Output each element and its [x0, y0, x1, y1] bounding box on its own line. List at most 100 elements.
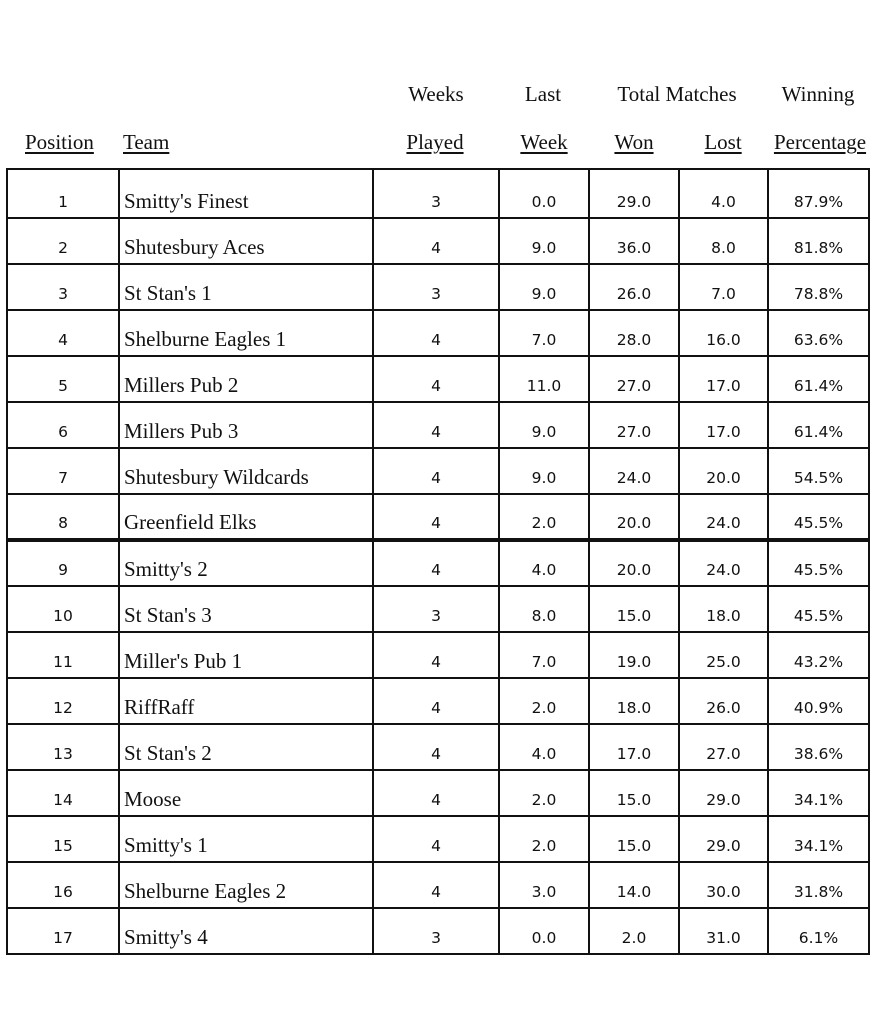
position-cell: 4	[6, 309, 120, 357]
table-row: 4 Shelburne Eagles 1 4 7.0 28.0 16.0 63.…	[6, 309, 870, 357]
lost-cell: 26.0	[678, 677, 769, 725]
winning-percentage-cell: 45.5%	[767, 493, 870, 542]
weeks-played-cell: 4	[372, 677, 500, 725]
winning-percentage-cell: 31.8%	[767, 861, 870, 909]
header-winning-top: Winning	[781, 82, 855, 106]
header-lost: Lost	[704, 130, 742, 154]
header-weeks-played-top: Weeks	[408, 82, 464, 106]
table-row: 9 Smitty's 2 4 4.0 20.0 24.0 45.5%	[6, 539, 870, 587]
header-total-matches: Total Matches	[617, 82, 737, 106]
lost-cell: 17.0	[678, 355, 769, 403]
lost-cell: 17.0	[678, 401, 769, 449]
last-week-cell: 2.0	[498, 769, 590, 817]
team-cell: St Stan's 1	[118, 263, 374, 311]
table-row: 17 Smitty's 4 3 0.0 2.0 31.0 6.1%	[6, 907, 870, 955]
last-week-cell: 9.0	[498, 217, 590, 265]
table-row: 6 Millers Pub 3 4 9.0 27.0 17.0 61.4%	[6, 401, 870, 449]
winning-percentage-cell: 45.5%	[767, 539, 870, 587]
team-cell: Greenfield Elks	[118, 493, 374, 542]
team-cell: Millers Pub 2	[118, 355, 374, 403]
position-cell: 3	[6, 263, 120, 311]
last-week-cell: 7.0	[498, 309, 590, 357]
lost-cell: 25.0	[678, 631, 769, 679]
weeks-played-cell: 4	[372, 631, 500, 679]
position-cell: 14	[6, 769, 120, 817]
lost-cell: 8.0	[678, 217, 769, 265]
lost-cell: 16.0	[678, 309, 769, 357]
weeks-played-cell: 4	[372, 401, 500, 449]
won-cell: 29.0	[588, 168, 680, 219]
lost-cell: 24.0	[678, 493, 769, 542]
won-cell: 20.0	[588, 539, 680, 587]
lost-cell: 31.0	[678, 907, 769, 955]
won-cell: 27.0	[588, 355, 680, 403]
won-cell: 26.0	[588, 263, 680, 311]
table-row: 14 Moose 4 2.0 15.0 29.0 34.1%	[6, 769, 870, 817]
position-cell: 8	[6, 493, 120, 542]
position-cell: 2	[6, 217, 120, 265]
won-cell: 24.0	[588, 447, 680, 495]
last-week-cell: 4.0	[498, 723, 590, 771]
weeks-played-cell: 4	[372, 447, 500, 495]
table-row: 13 St Stan's 2 4 4.0 17.0 27.0 38.6%	[6, 723, 870, 771]
standings-table: 1 Smitty's Finest 3 0.0 29.0 4.0 87.9% 2…	[6, 168, 870, 955]
weeks-played-cell: 3	[372, 168, 500, 219]
table-row: 2 Shutesbury Aces 4 9.0 36.0 8.0 81.8%	[6, 217, 870, 265]
weeks-played-cell: 4	[372, 217, 500, 265]
lost-cell: 24.0	[678, 539, 769, 587]
won-cell: 36.0	[588, 217, 680, 265]
position-cell: 16	[6, 861, 120, 909]
position-cell: 9	[6, 539, 120, 587]
won-cell: 28.0	[588, 309, 680, 357]
team-cell: St Stan's 3	[118, 585, 374, 633]
winning-percentage-cell: 81.8%	[767, 217, 870, 265]
weeks-played-cell: 3	[372, 585, 500, 633]
team-cell: Smitty's Finest	[118, 168, 374, 219]
won-cell: 27.0	[588, 401, 680, 449]
last-week-cell: 2.0	[498, 815, 590, 863]
table-row: 7 Shutesbury Wildcards 4 9.0 24.0 20.0 5…	[6, 447, 870, 495]
team-cell: Shutesbury Aces	[118, 217, 374, 265]
position-cell: 13	[6, 723, 120, 771]
won-cell: 2.0	[588, 907, 680, 955]
weeks-played-cell: 4	[372, 539, 500, 587]
weeks-played-cell: 4	[372, 769, 500, 817]
winning-percentage-cell: 45.5%	[767, 585, 870, 633]
last-week-cell: 0.0	[498, 907, 590, 955]
header-last-week-top: Last	[524, 82, 562, 106]
won-cell: 15.0	[588, 815, 680, 863]
position-cell: 6	[6, 401, 120, 449]
weeks-played-cell: 4	[372, 815, 500, 863]
last-week-cell: 7.0	[498, 631, 590, 679]
last-week-cell: 9.0	[498, 401, 590, 449]
won-cell: 19.0	[588, 631, 680, 679]
position-cell: 7	[6, 447, 120, 495]
last-week-cell: 2.0	[498, 493, 590, 542]
table-row: 15 Smitty's 1 4 2.0 15.0 29.0 34.1%	[6, 815, 870, 863]
table-row: 11 Miller's Pub 1 4 7.0 19.0 25.0 43.2%	[6, 631, 870, 679]
header-position: Position	[25, 130, 94, 154]
lost-cell: 29.0	[678, 815, 769, 863]
won-cell: 17.0	[588, 723, 680, 771]
lost-cell: 20.0	[678, 447, 769, 495]
last-week-cell: 2.0	[498, 677, 590, 725]
team-cell: Moose	[118, 769, 374, 817]
position-cell: 11	[6, 631, 120, 679]
table-row: 10 St Stan's 3 3 8.0 15.0 18.0 45.5%	[6, 585, 870, 633]
weeks-played-cell: 4	[372, 861, 500, 909]
team-cell: RiffRaff	[118, 677, 374, 725]
weeks-played-cell: 3	[372, 907, 500, 955]
won-cell: 20.0	[588, 493, 680, 542]
winning-percentage-cell: 6.1%	[767, 907, 870, 955]
header-winning-bottom: Percentage	[773, 130, 867, 154]
header-weeks-played-bottom: Played	[406, 130, 464, 154]
lost-cell: 29.0	[678, 769, 769, 817]
weeks-played-cell: 3	[372, 263, 500, 311]
team-cell: Millers Pub 3	[118, 401, 374, 449]
position-cell: 17	[6, 907, 120, 955]
position-cell: 1	[6, 168, 120, 219]
lost-cell: 4.0	[678, 168, 769, 219]
last-week-cell: 11.0	[498, 355, 590, 403]
team-cell: Shelburne Eagles 2	[118, 861, 374, 909]
header-team: Team	[123, 130, 170, 154]
